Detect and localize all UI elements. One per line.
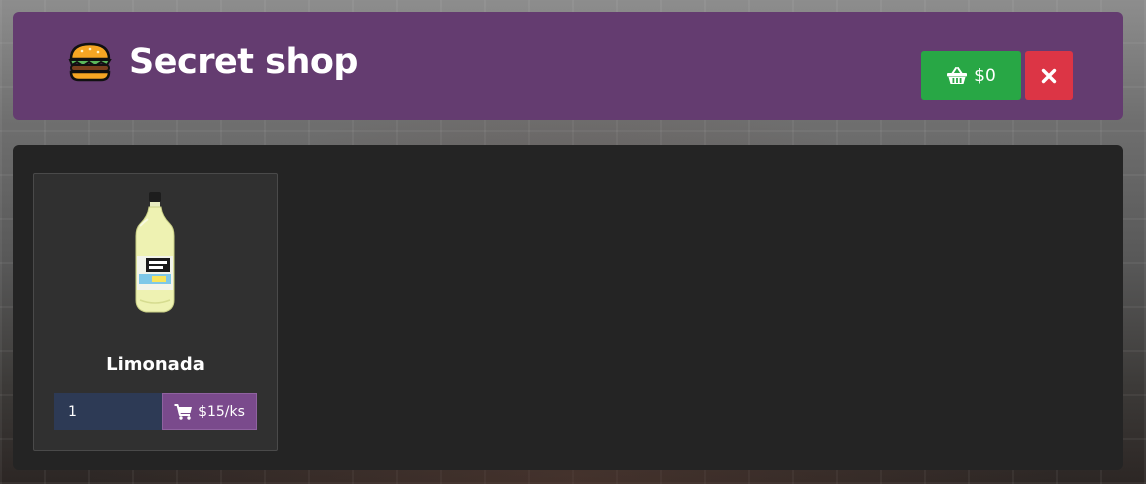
product-card: Limonada $15/ks	[33, 173, 278, 451]
basket-icon	[947, 66, 968, 84]
close-button[interactable]	[1025, 51, 1073, 100]
quantity-input[interactable]	[54, 393, 162, 430]
shop-header: Secret shop $0	[13, 12, 1123, 120]
basket-button[interactable]: $0	[921, 51, 1021, 100]
shop-panel: Limonada $15/ks	[13, 145, 1123, 470]
price-label: $15/ks	[198, 403, 245, 420]
cart-icon	[174, 403, 193, 420]
basket-total: $0	[974, 65, 996, 86]
add-to-cart-button[interactable]: $15/ks	[162, 393, 257, 430]
lemonade-bottle-icon	[135, 192, 175, 313]
item-name: Limonada	[106, 354, 205, 375]
page-title: Secret shop	[129, 42, 358, 82]
burger-icon	[68, 42, 112, 82]
close-icon	[1041, 68, 1057, 83]
